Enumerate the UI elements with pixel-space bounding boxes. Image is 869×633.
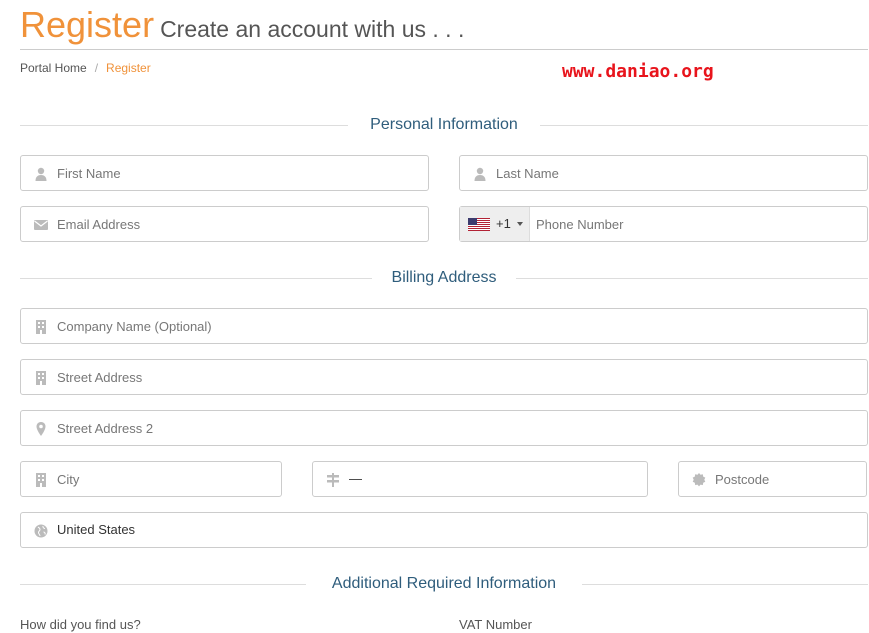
- first-name-input[interactable]: [57, 156, 420, 190]
- section-title-text: Billing Address: [375, 269, 513, 286]
- postcode-input[interactable]: [715, 462, 858, 496]
- certificate-icon: [692, 473, 706, 487]
- section-personal-information: Personal Information: [20, 115, 868, 135]
- globe-icon: [34, 524, 48, 538]
- building-icon: [36, 371, 46, 385]
- state-select[interactable]: —: [312, 461, 648, 497]
- street-address-2-input[interactable]: [57, 411, 859, 445]
- page-header: Register Create an account with us . . .: [20, 4, 868, 50]
- how-found-label: How did you find us?: [20, 617, 141, 632]
- last-name-input[interactable]: [496, 156, 859, 190]
- page-subtitle: Create an account with us . . .: [160, 16, 465, 42]
- breadcrumb-current: Register: [106, 61, 151, 75]
- breadcrumb: Portal Home / Register: [20, 61, 151, 75]
- dial-code: +1: [496, 216, 511, 231]
- envelope-icon: [34, 220, 48, 230]
- breadcrumb-home-link[interactable]: Portal Home: [20, 61, 87, 75]
- country-value: United States: [57, 522, 136, 537]
- watermark-text: www.daniao.org: [562, 61, 714, 82]
- page-title: Register: [20, 4, 155, 45]
- email-field[interactable]: [20, 206, 429, 242]
- user-icon: [474, 167, 486, 181]
- street-address-input[interactable]: [57, 360, 859, 394]
- street-address-field[interactable]: [20, 359, 868, 395]
- section-title-text: Additional Required Information: [315, 575, 573, 592]
- street-address-2-field[interactable]: [20, 410, 868, 446]
- company-input[interactable]: [57, 309, 859, 343]
- vat-number-label: VAT Number: [459, 617, 532, 632]
- building-icon: [36, 473, 46, 487]
- phone-input[interactable]: [536, 207, 859, 241]
- first-name-field[interactable]: [20, 155, 429, 191]
- signpost-icon: [327, 473, 339, 487]
- postcode-field[interactable]: [678, 461, 867, 497]
- caret-down-icon: [517, 222, 523, 226]
- breadcrumb-separator: /: [94, 61, 99, 75]
- last-name-field[interactable]: [459, 155, 868, 191]
- state-value: —: [349, 471, 362, 486]
- section-additional-information: Additional Required Information: [20, 574, 868, 594]
- user-icon: [35, 167, 47, 181]
- section-billing-address: Billing Address: [20, 268, 868, 288]
- company-field[interactable]: [20, 308, 868, 344]
- city-field[interactable]: [20, 461, 282, 497]
- phone-field[interactable]: +1: [459, 206, 868, 242]
- us-flag-icon: [468, 218, 490, 231]
- email-input[interactable]: [57, 207, 420, 241]
- city-input[interactable]: [57, 462, 273, 496]
- building-icon: [36, 320, 46, 334]
- map-marker-icon: [36, 422, 46, 436]
- country-code-selector[interactable]: +1: [460, 207, 530, 241]
- section-title-text: Personal Information: [354, 116, 534, 133]
- country-select[interactable]: United States: [20, 512, 868, 548]
